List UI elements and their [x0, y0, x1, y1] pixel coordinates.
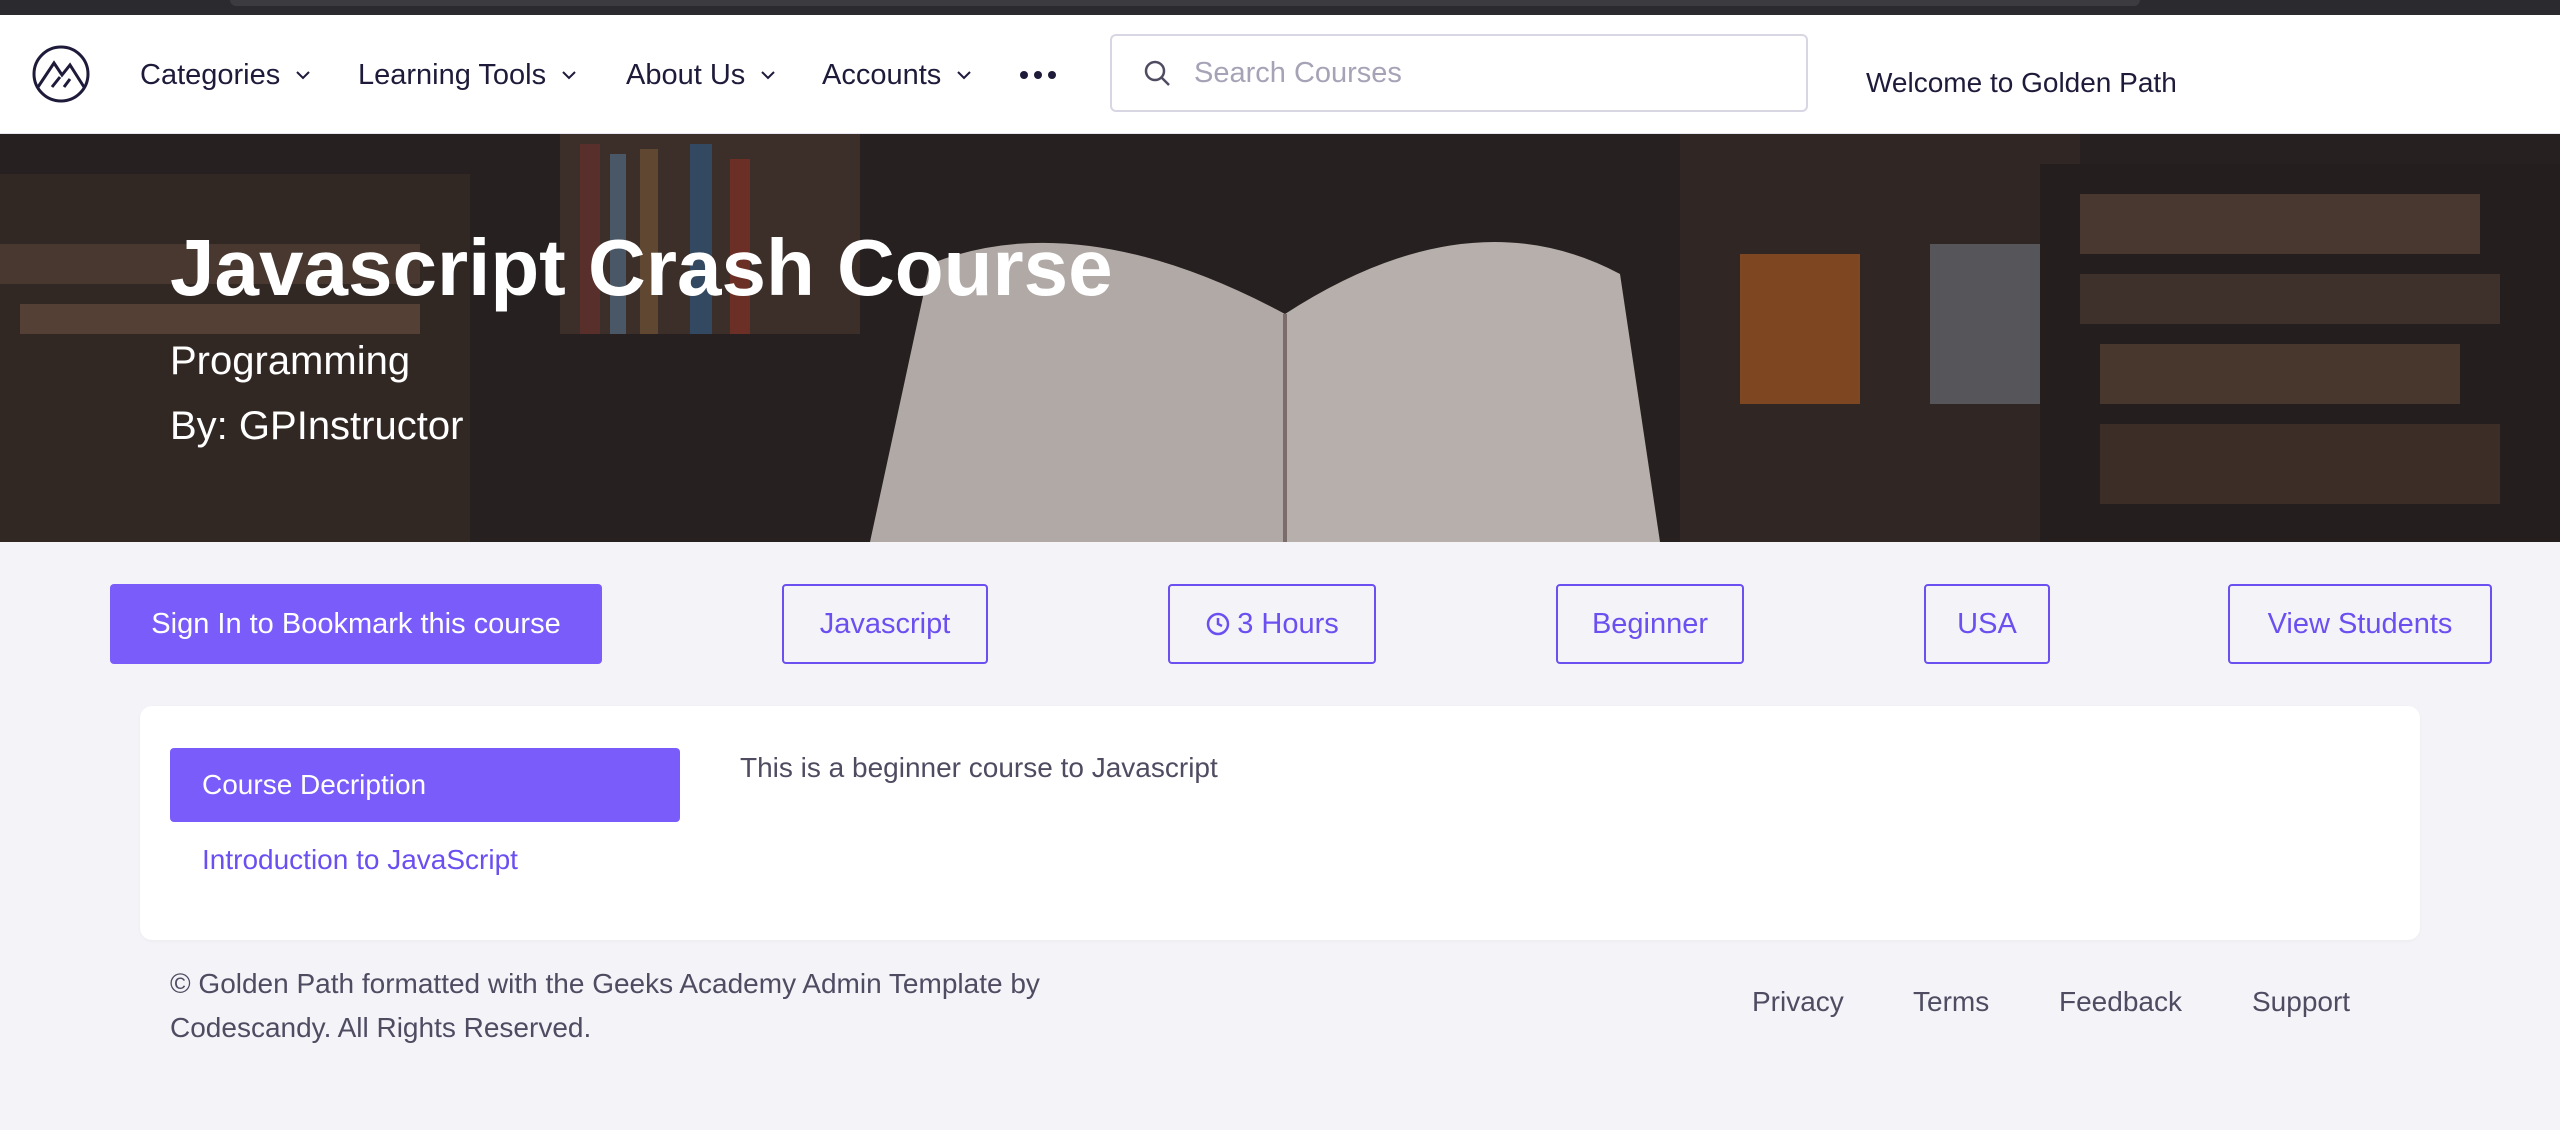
nav-learning-tools-label: Learning Tools [358, 58, 547, 91]
tab-course-description[interactable]: Course Decription [170, 748, 680, 822]
bookmark-signin-button[interactable]: Sign In to Bookmark this course [110, 584, 602, 664]
golden-path-logo-icon[interactable] [30, 43, 92, 105]
chevron-down-icon [562, 71, 576, 80]
browser-tab-strip [230, 0, 2140, 6]
course-hero-banner: Javascript Crash Course Programming By: … [0, 134, 2560, 542]
chevron-down-icon [957, 71, 972, 80]
footer-link-feedback[interactable]: Feedback [2059, 986, 2182, 1018]
welcome-text: Welcome to Golden Path [1866, 67, 2177, 98]
chevron-down-icon [296, 71, 310, 80]
course-category: Programming [170, 339, 411, 383]
search-icon [1144, 60, 1170, 86]
country-tag-button[interactable]: USA [1924, 584, 2050, 664]
level-tag-button[interactable]: Beginner [1556, 584, 1744, 664]
nav-categories-label: Categories [140, 58, 281, 91]
course-instructor: By: GPInstructor [170, 404, 464, 448]
hero-overlay [0, 134, 2560, 542]
course-title: Javascript Crash Course [170, 223, 1113, 312]
duration-tag-button[interactable]: 3 Hours [1168, 584, 1376, 664]
nav-accounts[interactable]: Accounts [822, 55, 973, 95]
clock-icon [1206, 612, 1230, 636]
footer-copyright: © Golden Path formatted with the Geeks A… [170, 968, 1040, 1043]
tab-introduction-to-javascript[interactable]: Introduction to JavaScript [202, 844, 518, 876]
nav-categories[interactable]: Categories [140, 55, 312, 95]
footer-link-support[interactable]: Support [2252, 986, 2350, 1018]
search-input[interactable] [1192, 55, 1796, 91]
language-tag-button[interactable]: Javascript [782, 584, 988, 664]
nav-accounts-label: Accounts [822, 58, 942, 91]
top-navbar: Categories Learning Tools About Us Accou… [0, 15, 2560, 134]
nav-about-us[interactable]: About Us [626, 55, 777, 95]
course-description-text: This is a beginner course to Javascript [740, 752, 1218, 783]
more-menu-icon[interactable] [1020, 55, 1056, 95]
chevron-down-icon [761, 71, 776, 80]
nav-learning-tools[interactable]: Learning Tools [358, 55, 578, 95]
course-content-card: Course Decription Introduction to JavaSc… [140, 706, 2420, 940]
duration-label: 3 Hours [1237, 607, 1339, 640]
view-students-button[interactable]: View Students [2228, 584, 2492, 664]
footer-link-terms[interactable]: Terms [1913, 986, 1989, 1018]
nav-about-us-label: About Us [626, 58, 746, 91]
browser-top-strip [0, 0, 2560, 15]
footer-link-privacy[interactable]: Privacy [1752, 986, 1844, 1018]
search-bar [1110, 34, 1808, 112]
